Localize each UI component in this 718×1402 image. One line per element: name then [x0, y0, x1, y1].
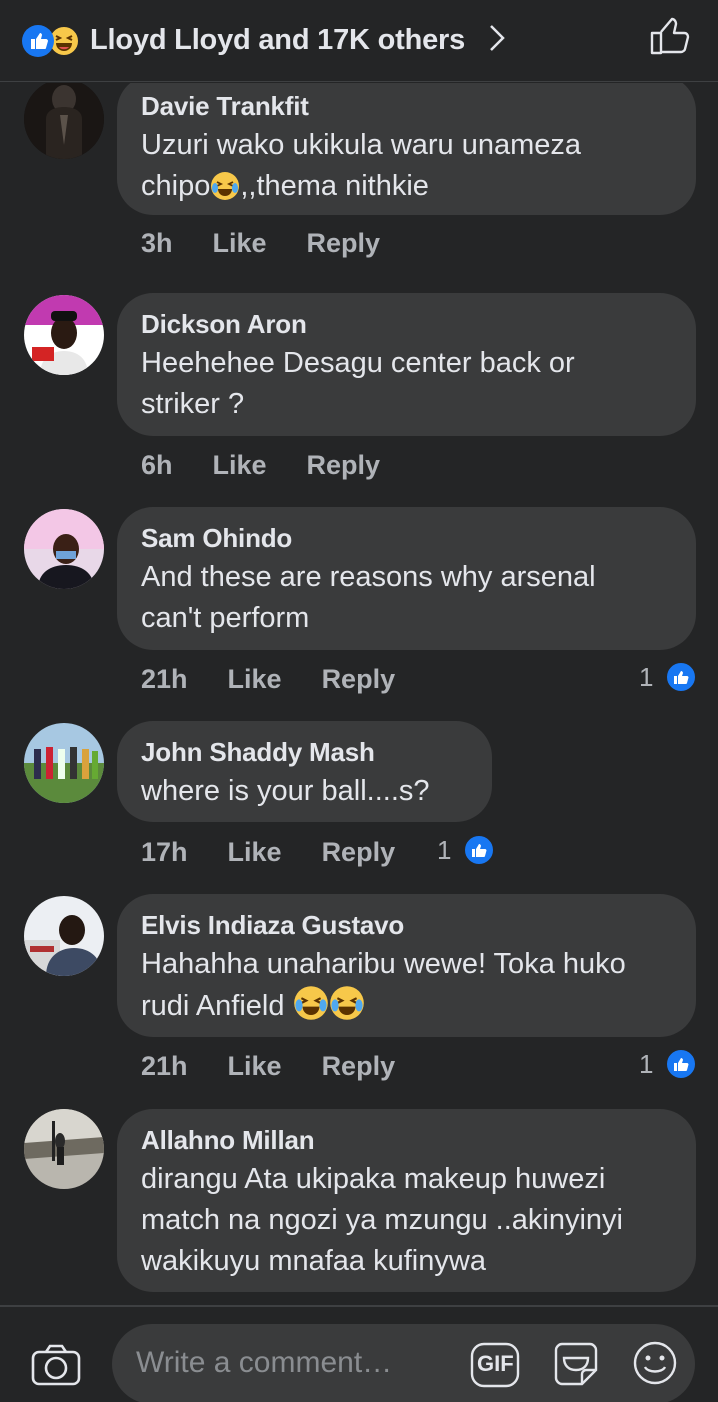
comment-author[interactable]: John Shaddy Mash — [141, 737, 468, 767]
reply-button[interactable]: Reply — [322, 1051, 396, 1082]
thumbs-up-outline-icon[interactable] — [648, 14, 692, 63]
comment-actions: 21h Like Reply — [141, 1051, 435, 1082]
avatar[interactable] — [24, 509, 104, 589]
comment-like-count[interactable]: 1 — [639, 661, 698, 693]
comment-author[interactable]: Elvis Indiaza Gustavo — [141, 910, 672, 940]
comment-actions: 3h Like Reply — [141, 228, 420, 259]
reply-button[interactable]: Reply — [307, 450, 381, 481]
comment-text: where is your ball....s? — [141, 775, 430, 807]
reactions-summary[interactable]: Lloyd Lloyd and 17K others — [90, 24, 465, 57]
reactions-header[interactable]: Lloyd Lloyd and 17K others — [0, 0, 718, 82]
comment-author[interactable]: Sam Ohindo — [141, 523, 672, 553]
like-button[interactable]: Like — [213, 450, 267, 481]
avatar[interactable] — [24, 723, 104, 803]
like-reaction-icon — [665, 1048, 698, 1080]
comment-composer: Write a comment… GIF — [0, 1305, 718, 1402]
like-button[interactable]: Like — [228, 1051, 282, 1082]
comment-actions: 6h Like Reply — [141, 450, 420, 481]
comment-text: Hahahha unaharibu wewe! Toka huko rudi A… — [141, 948, 626, 1022]
reply-button[interactable]: Reply — [322, 837, 396, 868]
comment-time: 17h — [141, 837, 188, 867]
like-reaction-icon — [22, 24, 54, 57]
comment-actions: 21h Like Reply — [141, 664, 435, 695]
like-button[interactable]: Like — [228, 837, 282, 868]
comment-author[interactable]: Dickson Aron — [141, 309, 672, 339]
comment-time: 21h — [141, 1051, 188, 1081]
emoji-icon[interactable] — [632, 1340, 678, 1391]
like-button[interactable]: Like — [213, 228, 267, 259]
comment-input[interactable]: Write a comment… GIF — [112, 1324, 695, 1402]
comment-like-count[interactable]: 1 — [639, 1048, 698, 1080]
comment-bubble[interactable]: Elvis Indiaza Gustavo Hahahha unaharibu … — [117, 894, 696, 1037]
comment-text: Heehehee Desagu center back or striker ? — [141, 347, 575, 420]
reply-button[interactable]: Reply — [307, 228, 381, 259]
crying-laughing-emoji — [293, 985, 329, 1021]
avatar[interactable] — [24, 83, 104, 159]
camera-icon[interactable] — [30, 1343, 82, 1392]
comment-bubble[interactable]: Davie Trankfit Uzuri wako ukikula waru u… — [117, 83, 696, 215]
comment-bubble[interactable]: Dickson Aron Heehehee Desagu center back… — [117, 293, 696, 436]
comment-input-placeholder: Write a comment… — [136, 1346, 393, 1379]
comment-like-count[interactable]: 1 — [437, 834, 496, 866]
reply-button[interactable]: Reply — [322, 664, 396, 695]
gif-icon[interactable]: GIF — [470, 1342, 520, 1393]
comment-text: Uzuri wako ukikula waru unameza chipo ,,t… — [141, 129, 582, 202]
comment-time: 6h — [141, 450, 173, 480]
like-button[interactable]: Like — [228, 664, 282, 695]
comment-author[interactable]: Allahno Millan — [141, 1125, 672, 1155]
comments-list[interactable]: Davie Trankfit Uzuri wako ukikula waru u… — [0, 83, 718, 1305]
like-reaction-icon — [665, 661, 698, 693]
crying-laughing-emoji — [329, 985, 365, 1021]
gif-label: GIF — [477, 1351, 514, 1376]
comment-bubble[interactable]: Allahno Millan dirangu Ata ukipaka makeu… — [117, 1109, 696, 1292]
comment-actions: 17h Like Reply — [141, 837, 435, 868]
comment-bubble[interactable]: John Shaddy Mash where is your ball....s… — [117, 721, 492, 822]
comment-time: 21h — [141, 664, 188, 694]
avatar[interactable] — [24, 1109, 104, 1189]
comment-time: 3h — [141, 228, 173, 258]
comment-text: dirangu Ata ukipaka makeup huwezi match … — [141, 1163, 623, 1277]
sticker-icon[interactable] — [552, 1340, 600, 1393]
avatar[interactable] — [24, 295, 104, 375]
comment-text: And these are reasons why arsenal can't … — [141, 561, 596, 634]
comment-bubble[interactable]: Sam Ohindo And these are reasons why ars… — [117, 507, 696, 650]
crying-laughing-emoji — [210, 171, 240, 201]
like-reaction-icon — [463, 834, 496, 866]
comment-author[interactable]: Davie Trankfit — [141, 91, 672, 121]
avatar[interactable] — [24, 896, 104, 976]
chevron-right-icon[interactable] — [487, 22, 507, 59]
